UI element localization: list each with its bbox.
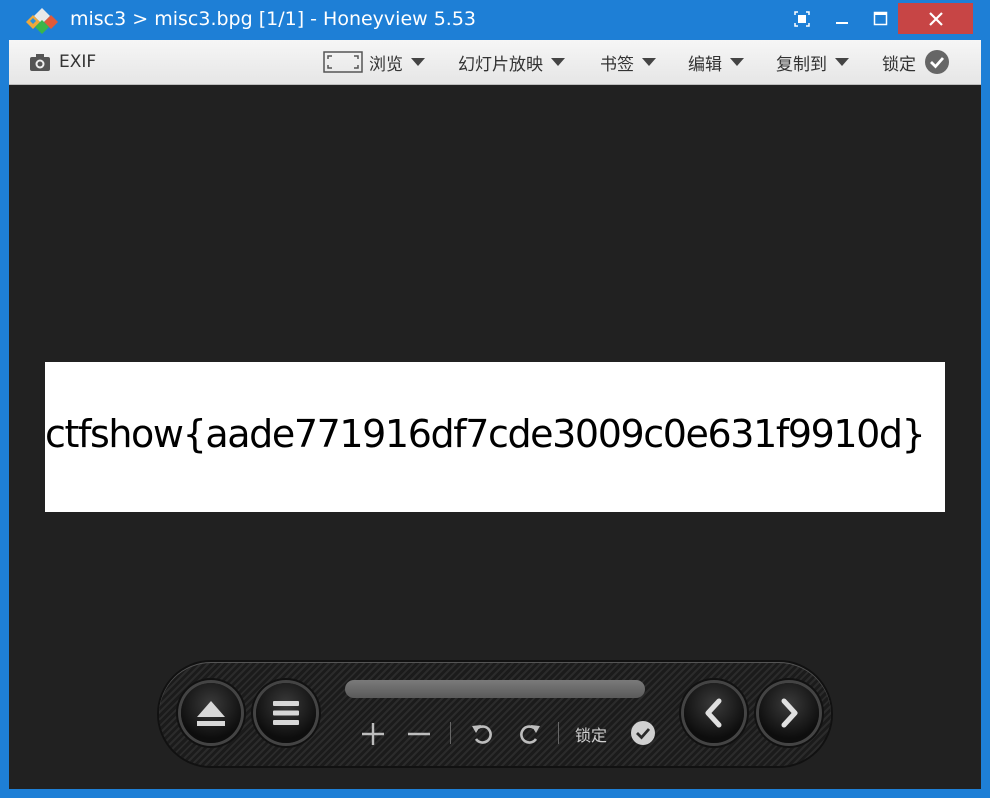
window-title: misc3 > misc3.bpg [1/1] - Honeyview 5.53 (70, 8, 477, 30)
slideshow-menu[interactable]: 幻灯片放映 (458, 40, 565, 84)
pod-lock-label: 锁定 (575, 726, 608, 745)
rotate-left-button[interactable] (470, 722, 496, 746)
minimize-button[interactable] (828, 3, 856, 34)
image-flag-text: ctfshow{aade771916df7cde3009c0e631f9910d… (45, 412, 926, 456)
chevron-right-icon (781, 698, 798, 728)
rotate-right-icon (520, 725, 540, 744)
seek-bar[interactable] (345, 680, 645, 698)
minimize-icon (836, 21, 848, 24)
check-circle-icon (925, 50, 949, 74)
displayed-image: ctfshow{aade771916df7cde3009c0e631f9910d… (45, 362, 945, 512)
slideshow-label: 幻灯片放映 (458, 54, 543, 75)
chevron-down-icon (730, 58, 744, 66)
check-circle-icon (631, 721, 655, 745)
fullscreen-icon (794, 10, 810, 27)
maximize-button[interactable] (866, 3, 894, 34)
chevron-down-icon (551, 58, 565, 66)
copy-to-label: 复制到 (776, 54, 827, 75)
separator (558, 722, 559, 744)
rotate-right-button[interactable] (516, 722, 542, 746)
chevron-down-icon (642, 58, 656, 66)
lock-toggle[interactable]: 锁定 (882, 40, 950, 84)
eject-button[interactable] (181, 683, 241, 743)
zoom-out-button[interactable] (407, 722, 431, 746)
chevron-down-icon (835, 58, 849, 66)
edit-label: 编辑 (688, 54, 722, 75)
close-icon (928, 11, 943, 26)
copy-to-menu[interactable]: 复制到 (776, 40, 849, 84)
lock-label: 锁定 (882, 54, 916, 75)
frame-icon (323, 51, 363, 73)
next-button[interactable] (759, 683, 819, 743)
maximize-icon (873, 11, 887, 26)
pod-lock-check[interactable] (630, 720, 656, 746)
chevron-down-icon (411, 58, 425, 66)
rotate-left-icon (472, 725, 492, 744)
image-viewer[interactable]: ctfshow{aade771916df7cde3009c0e631f9910d… (9, 85, 981, 789)
app-window: misc3 > misc3.bpg [1/1] - Honeyview 5.53 (0, 0, 990, 798)
minus-icon (408, 732, 430, 736)
title-bar[interactable]: misc3 > misc3.bpg [1/1] - Honeyview 5.53 (0, 0, 990, 40)
browse-label: 浏览 (369, 54, 403, 75)
fullscreen-button[interactable] (788, 3, 816, 34)
menu-button[interactable] (256, 683, 316, 743)
separator (450, 722, 451, 744)
bookmark-menu[interactable]: 书签 (600, 40, 656, 84)
hamburger-icon (273, 701, 299, 725)
browse-menu[interactable]: 浏览 (323, 40, 425, 84)
edit-menu[interactable]: 编辑 (688, 40, 744, 84)
camera-icon (30, 54, 50, 71)
control-pod: 锁定 (159, 662, 831, 766)
pod-lock-toggle[interactable]: 锁定 (575, 722, 607, 746)
bookmark-label: 书签 (600, 54, 634, 75)
exif-label: EXIF (59, 52, 97, 72)
toolbar: EXIF 浏览 幻灯片放映 书签 编辑 复制到 锁定 (9, 40, 981, 85)
chevron-left-icon (705, 698, 722, 728)
zoom-in-button[interactable] (361, 722, 385, 746)
plus-icon (362, 723, 384, 745)
eject-icon (197, 701, 225, 726)
honeyview-logo-icon (26, 8, 58, 34)
exif-button[interactable]: EXIF (29, 40, 96, 84)
close-button[interactable] (898, 3, 973, 34)
previous-button[interactable] (684, 683, 744, 743)
